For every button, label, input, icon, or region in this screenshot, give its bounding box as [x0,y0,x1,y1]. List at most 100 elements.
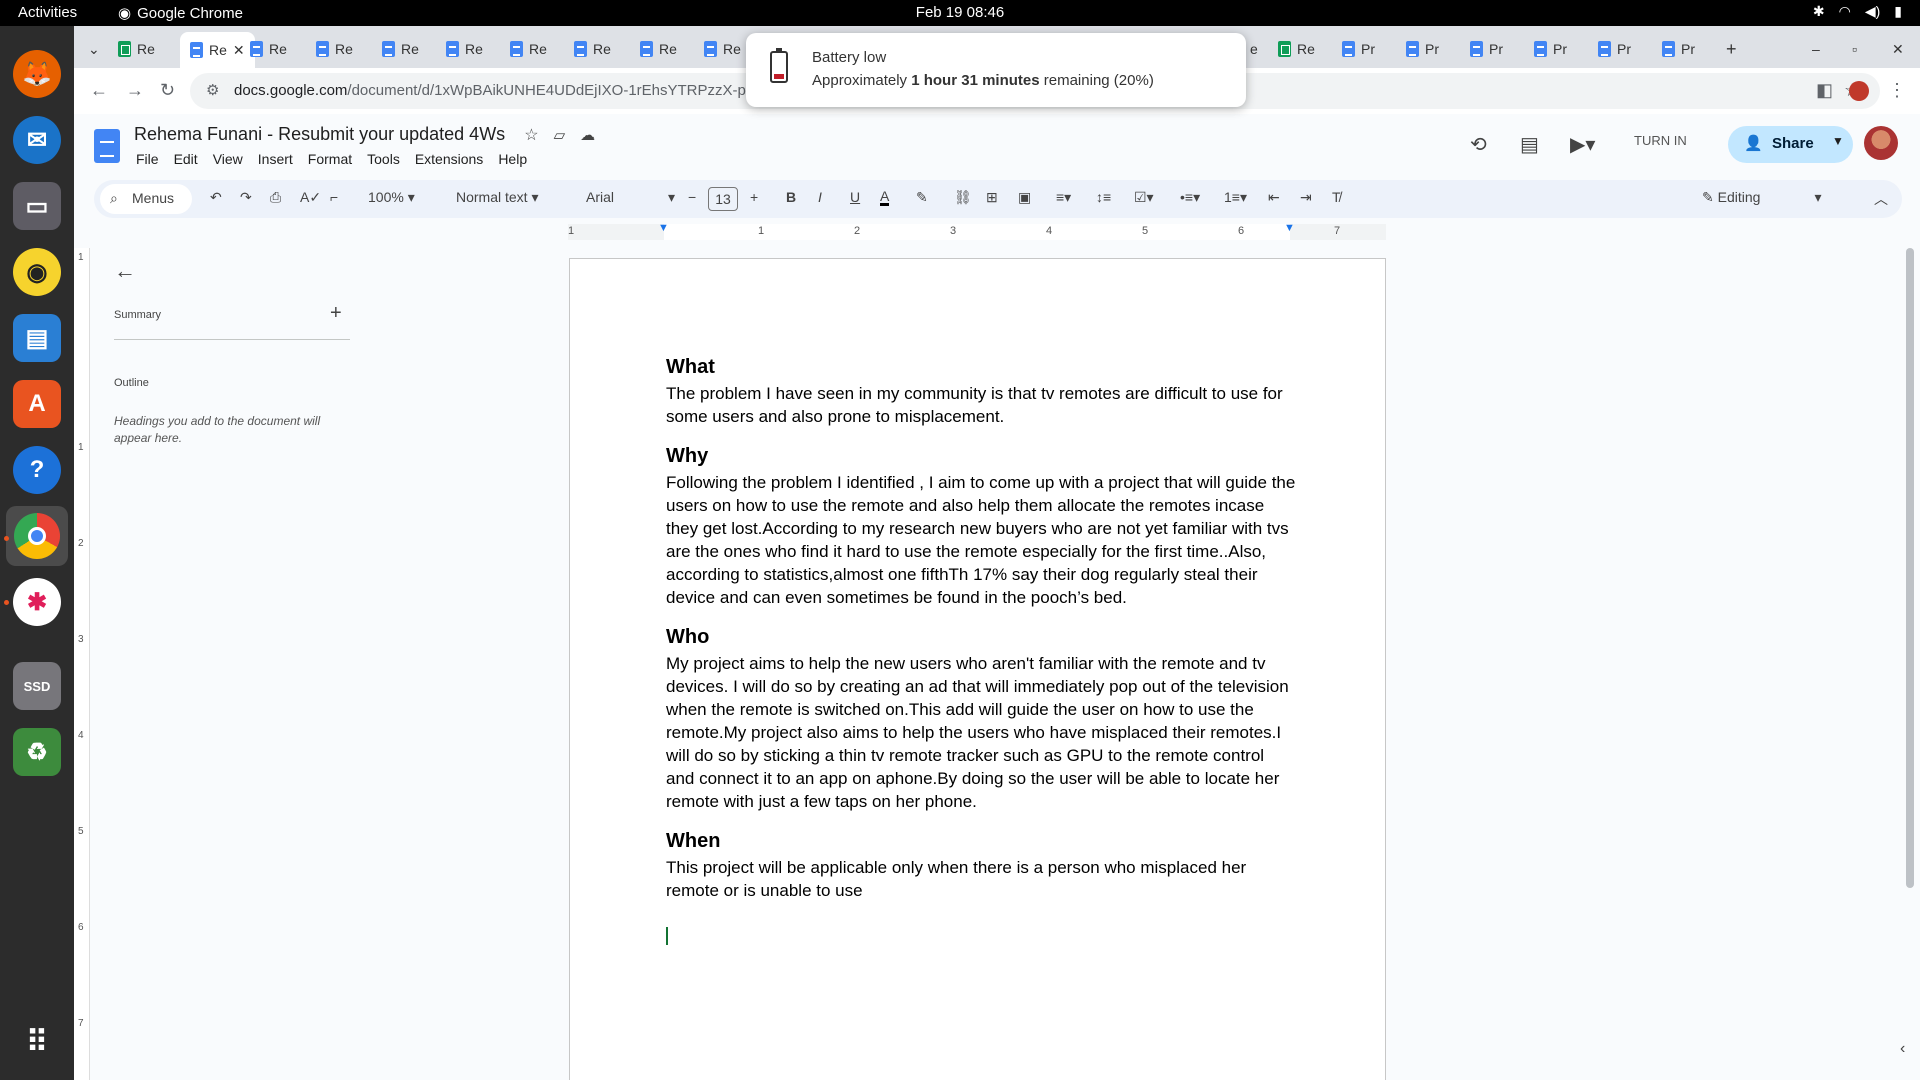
back-icon[interactable]: ← [90,80,108,101]
text-color-icon[interactable]: A [880,189,890,206]
italic-icon[interactable]: I [818,189,822,205]
cloud-saved-icon[interactable]: ☁ [580,127,595,144]
battery-icon[interactable]: ▮ [1894,3,1902,20]
redo-icon[interactable]: ↷ [240,189,252,206]
browser-tab[interactable]: Pr [1342,34,1375,64]
wifi-icon[interactable]: ◠ [1839,3,1851,20]
system-tray[interactable]: ✱ ◠ ◀) ▮ [1813,3,1902,20]
new-tab-icon[interactable]: + [1726,34,1737,64]
clear-formatting-icon[interactable]: T̸ [1332,189,1341,205]
menu-format[interactable]: Format [308,151,352,167]
menu-file[interactable]: File [136,151,159,167]
browser-tab[interactable]: Pr [1406,34,1439,64]
font-select[interactable]: Arial ▾ [586,189,675,206]
print-icon[interactable]: ⎙ [270,189,281,206]
bulleted-list-icon[interactable]: •≡▾ [1180,189,1200,206]
maximize-icon[interactable]: ▫ [1852,34,1857,64]
minimize-icon[interactable]: – [1812,34,1820,64]
ssd-drive-icon[interactable]: SSD [13,662,61,710]
firefox-icon[interactable]: 🦊 [13,50,61,98]
version-history-icon[interactable]: ⟲ [1470,132,1487,157]
menu-view[interactable]: View [213,151,243,167]
help-icon[interactable]: ? [13,446,61,494]
browser-tab[interactable]: Pr [1470,34,1503,64]
document-page[interactable]: What The problem I have seen in my commu… [569,258,1386,1080]
paragraph-why[interactable]: Following the problem I identified , I a… [666,471,1296,609]
browser-tab[interactable]: Re [316,34,353,64]
browser-tab[interactable]: Pr [1598,34,1631,64]
paint-format-icon[interactable]: ⌐ [330,189,338,205]
numbered-list-icon[interactable]: 1≡▾ [1224,189,1247,206]
comments-icon[interactable]: ▤ [1520,132,1539,157]
undo-icon[interactable]: ↶ [210,189,222,206]
side-panel-icon[interactable]: ◧ [1816,80,1833,101]
decrease-indent-icon[interactable]: ⇤ [1268,189,1280,206]
browser-tab[interactable]: Re [446,34,483,64]
menu-extensions[interactable]: Extensions [415,151,483,167]
highlight-icon[interactable]: ✎ [916,189,928,206]
align-icon[interactable]: ≡▾ [1056,189,1071,206]
turn-in-button[interactable]: TURN IN [1634,133,1687,148]
meet-icon[interactable]: ▶▾ [1570,132,1595,157]
browser-tab[interactable]: Re [510,34,547,64]
heading-what[interactable]: What [666,355,1296,379]
libreoffice-writer-icon[interactable]: ▤ [13,314,61,362]
profile-avatar-icon[interactable] [1849,81,1869,101]
show-apps-icon[interactable]: ⠿ [13,1018,61,1066]
spellcheck-icon[interactable]: A✓ [300,189,321,206]
increase-indent-icon[interactable]: ⇥ [1300,189,1312,206]
font-size-input[interactable]: 13 [708,187,738,211]
close-tab-icon[interactable]: ✕ [233,42,245,59]
paragraph-when[interactable]: This project will be applicable only whe… [666,856,1296,902]
add-summary-icon[interactable]: + [330,302,342,325]
clock[interactable]: Feb 19 08:46 [0,4,1920,21]
forward-icon[interactable]: → [126,80,144,101]
insert-image-icon[interactable]: ▣ [1018,189,1031,206]
browser-tab[interactable]: Re [382,34,419,64]
chrome-menu-icon[interactable]: ⋮ [1888,80,1906,101]
window-close-icon[interactable]: ✕ [1892,34,1904,64]
bold-icon[interactable]: B [786,189,796,205]
volume-icon[interactable]: ◀) [1865,3,1880,20]
share-dropdown-icon[interactable]: ▼ [1832,134,1844,148]
heading-when[interactable]: When [666,829,1296,853]
browser-tab[interactable]: Re [250,34,287,64]
menu-tools[interactable]: Tools [367,151,400,167]
docs-logo-icon[interactable] [94,129,120,163]
reload-icon[interactable]: ↻ [160,80,175,101]
collapse-toolbar-icon[interactable]: ︿ [1874,189,1888,209]
menu-help[interactable]: Help [498,151,527,167]
avatar[interactable] [1864,126,1898,160]
checklist-icon[interactable]: ☑▾ [1134,189,1154,206]
menu-insert[interactable]: Insert [258,151,293,167]
close-outline-icon[interactable]: ← [114,258,136,284]
tab-search-button[interactable]: ⌄ [88,34,100,64]
slack-tray-icon[interactable]: ✱ [1813,3,1825,20]
trash-icon[interactable]: ♻ [13,728,61,776]
browser-tab[interactable]: e [1250,34,1258,64]
scrollbar[interactable] [1906,248,1914,888]
menu-edit[interactable]: Edit [174,151,198,167]
horizontal-ruler[interactable]: 1 ▼ 1 2 3 4 5 6 ▼ 7 [568,222,1386,240]
browser-tab[interactable]: Pr [1534,34,1567,64]
heading-who[interactable]: Who [666,625,1296,649]
share-button[interactable]: 👤 Share ▼ [1728,126,1853,163]
browser-tab[interactable]: Re [118,34,155,64]
site-info-icon[interactable]: ⚙ [206,81,219,99]
zoom-select[interactable]: 100% ▾ [368,189,415,206]
editing-mode-select[interactable]: ✎ Editing ▾ [1702,189,1821,206]
browser-tab[interactable]: Re [704,34,741,64]
chrome-icon[interactable] [6,506,68,566]
style-select[interactable]: Normal text ▾ [456,189,539,206]
vertical-ruler[interactable]: 1 1 2 3 4 5 6 7 [74,248,90,1080]
browser-tab-active[interactable]: Re ✕ [180,32,255,68]
slack-icon[interactable]: ✱ [13,578,61,626]
rhythmbox-icon[interactable]: ◉ [13,248,61,296]
add-comment-icon[interactable]: ⊞ [986,189,998,206]
star-icon[interactable]: ☆ [524,127,538,144]
app-center-icon[interactable]: A [13,380,61,428]
files-icon[interactable]: ▭ [13,182,61,230]
side-panel-toggle-icon[interactable]: ‹ [1900,1040,1905,1058]
paragraph-what[interactable]: The problem I have seen in my community … [666,382,1296,428]
menus-search[interactable]: ⌕ Menus [100,184,192,214]
